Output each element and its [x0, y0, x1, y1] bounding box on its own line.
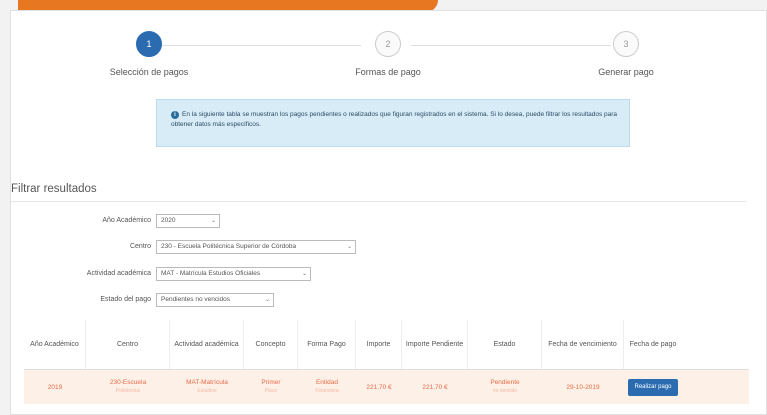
chevron-down-icon: ⌄: [264, 297, 270, 303]
estado-select[interactable]: Pendientes no vencidos ⌄: [156, 293, 274, 307]
cell-subtext: Politécnica: [115, 388, 141, 394]
column-header: Estado: [468, 320, 542, 369]
step-3: 3 Generar pago: [546, 31, 706, 77]
column-header: Centro: [86, 320, 170, 369]
divider: [11, 201, 746, 202]
cell-text: 29-10-2019: [566, 383, 600, 391]
step-label: Selección de pagos: [109, 67, 189, 77]
cell-importe-pendiente: 221,70 €: [402, 370, 468, 404]
column-header: Importe Pendiente: [402, 320, 468, 369]
select-value: 2020: [161, 217, 176, 224]
column-header: Fecha de pago: [629, 340, 677, 348]
info-icon: i: [171, 111, 179, 119]
filter-row-centro: Centro: [11, 239, 151, 255]
column-header: Actividad académica: [170, 320, 244, 369]
filter-label: Año Académico: [102, 217, 151, 224]
cell-forma-pago: Entidad Financiera: [298, 370, 356, 404]
cell-text: 221,70 €: [422, 383, 448, 391]
cell-text: 230-Escuela: [109, 379, 147, 386]
cell-subtext: Financiera: [315, 388, 339, 394]
column-header: Concepto: [244, 320, 298, 369]
actividad-select[interactable]: MAT - Matrícula Estudios Oficiales ⌄: [156, 267, 311, 281]
cell-fecha-pago: Realizar pago: [624, 370, 682, 404]
cell-year: 2019: [24, 370, 86, 404]
info-text: En la siguiente tabla se muestran los pa…: [171, 111, 618, 128]
filter-title: Filtrar resultados: [11, 183, 97, 195]
chevron-down-icon: ⌄: [301, 271, 307, 277]
cell-subtext: no vencido: [492, 388, 518, 394]
cell-importe: 221,70 €: [356, 370, 402, 404]
pay-button[interactable]: Realizar pago: [628, 378, 678, 396]
filter-label: Estado del pago: [100, 296, 151, 303]
select-value: Pendientes no vencidos: [161, 296, 231, 303]
filter-row-actividad: Actividad académica: [11, 266, 151, 282]
cell-subtext: Plazo: [264, 388, 278, 394]
centro-select[interactable]: 230 - Escuela Politécnica Superior de Có…: [156, 240, 356, 254]
cell-estado: Pendiente no vencido: [468, 370, 542, 404]
column-header: Año Académico: [24, 320, 86, 369]
year-select[interactable]: 2020 ⌄: [156, 214, 220, 228]
select-value: 230 - Escuela Politécnica Superior de Có…: [161, 243, 297, 250]
filter-label: Centro: [129, 243, 151, 250]
chevron-down-icon: ⌄: [210, 218, 216, 224]
payments-table: Año Académico Centro Actividad académica…: [24, 320, 749, 404]
cell-text: 2019: [47, 383, 63, 391]
step-number: 3: [613, 31, 639, 57]
step-number: 1: [136, 31, 162, 57]
wizard-steps: 1 Selección de pagos 2 Formas de pago 3 …: [11, 31, 767, 91]
cell-text: Entidad: [315, 379, 339, 386]
cell-vencimiento: 29-10-2019: [542, 370, 624, 404]
filter-row-estado: Estado del pago: [11, 292, 151, 308]
step-label: Formas de pago: [355, 67, 421, 77]
cell-actividad: MAT-Matrícula Estudios: [170, 370, 244, 404]
table-row: 2019 230-Escuela Politécnica MAT-Matrícul…: [24, 370, 749, 404]
chevron-down-icon: ⌄: [346, 244, 352, 250]
column-header: Fecha de vencimiento: [542, 320, 624, 369]
cell-subtext: Estudios: [197, 388, 217, 394]
filter-label: Actividad académica: [86, 270, 151, 277]
cell-text: Pendiente: [490, 379, 520, 386]
cell-text: 221,70 €: [366, 383, 392, 391]
filter-row-year: Año Académico: [11, 213, 151, 229]
info-alert: i En la siguiente tabla se muestran los p…: [156, 99, 630, 147]
step-2: 2 Formas de pago: [308, 31, 468, 77]
step-label: Generar pago: [598, 67, 654, 77]
cell-text: MAT-Matrícula: [186, 379, 228, 386]
step-number: 2: [375, 31, 401, 57]
column-header: Importe: [356, 320, 402, 369]
column-header: Forma Pago: [298, 320, 356, 369]
cell-concepto: Primer Plazo: [244, 370, 298, 404]
cell-centro: 230-Escuela Politécnica: [86, 370, 170, 404]
cell-text: Primer: [261, 379, 281, 386]
table-header: Año Académico Centro Actividad académica…: [24, 320, 749, 370]
select-value: MAT - Matrícula Estudios Oficiales: [161, 270, 261, 277]
step-1: 1 Selección de pagos: [69, 31, 229, 77]
